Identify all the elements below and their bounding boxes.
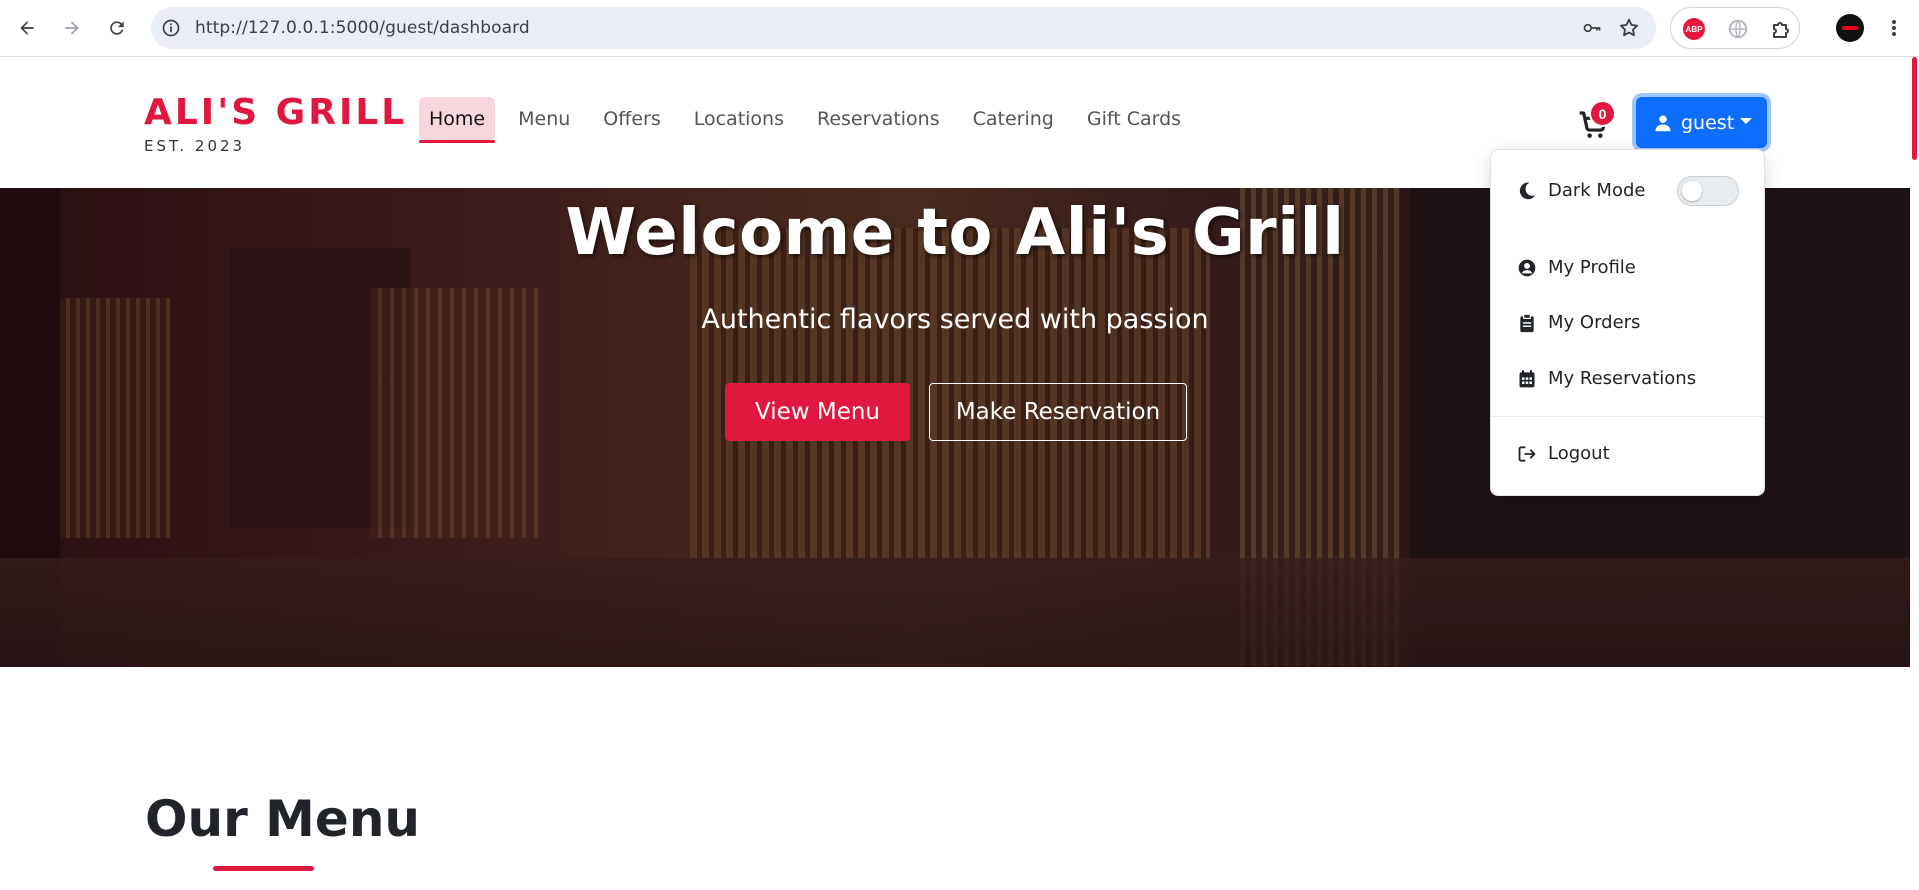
dark-mode-label: Dark Mode bbox=[1548, 180, 1646, 201]
info-icon[interactable] bbox=[161, 18, 181, 38]
forward-button[interactable] bbox=[57, 13, 87, 43]
dropdown-item-my-orders[interactable]: My Orders bbox=[1517, 312, 1640, 333]
url-text[interactable]: http://127.0.0.1:5000/guest/dashboard bbox=[195, 18, 530, 38]
arrow-left-icon bbox=[20, 21, 34, 35]
globe-extension-icon[interactable] bbox=[1727, 18, 1749, 40]
nav-item-home[interactable]: Home bbox=[419, 97, 496, 143]
nav-item-reservations[interactable]: Reservations bbox=[807, 97, 950, 141]
my-profile-label: My Profile bbox=[1548, 257, 1636, 278]
nav-item-menu[interactable]: Menu bbox=[508, 97, 580, 141]
reload-button[interactable] bbox=[102, 13, 132, 43]
main-nav: Home Menu Offers Locations Reservations … bbox=[419, 97, 1204, 143]
puzzle-extensions-icon[interactable] bbox=[1769, 17, 1793, 41]
user-menu-label: guest bbox=[1681, 111, 1735, 134]
address-bar[interactable]: http://127.0.0.1:5000/guest/dashboard bbox=[151, 7, 1656, 49]
view-menu-button[interactable]: View Menu bbox=[725, 383, 910, 441]
user-circle-icon bbox=[1518, 259, 1536, 276]
section-title-underline bbox=[213, 866, 314, 871]
nav-item-gift-cards[interactable]: Gift Cards bbox=[1077, 97, 1191, 141]
moon-icon bbox=[1519, 182, 1536, 199]
logout-icon bbox=[1518, 445, 1536, 462]
calendar-icon bbox=[1519, 369, 1535, 387]
extensions-group: ABP bbox=[1670, 7, 1800, 49]
scrollbar-thumb[interactable] bbox=[1912, 57, 1917, 160]
user-icon bbox=[1655, 115, 1671, 131]
browser-toolbar: http://127.0.0.1:5000/guest/dashboard AB… bbox=[0, 0, 1919, 57]
dark-mode-toggle[interactable] bbox=[1677, 176, 1739, 206]
back-button[interactable] bbox=[12, 13, 42, 43]
reload-icon bbox=[110, 21, 124, 35]
make-reservation-button[interactable]: Make Reservation bbox=[929, 383, 1187, 441]
more-menu-icon[interactable] bbox=[1882, 14, 1906, 42]
key-icon[interactable] bbox=[1581, 18, 1603, 38]
dropdown-item-my-reservations[interactable]: My Reservations bbox=[1517, 368, 1696, 389]
brand-logo[interactable]: ALI'S GRILL EST. 2023 bbox=[144, 93, 407, 156]
logout-label: Logout bbox=[1548, 443, 1610, 464]
dark-mode-item: Dark Mode bbox=[1517, 180, 1645, 201]
user-menu-button[interactable]: guest bbox=[1636, 97, 1767, 148]
my-orders-label: My Orders bbox=[1548, 312, 1641, 333]
dropdown-item-my-profile[interactable]: My Profile bbox=[1517, 257, 1636, 278]
brand-name[interactable]: ALI'S GRILL bbox=[144, 93, 407, 133]
bookmark-star-icon[interactable] bbox=[1618, 17, 1640, 39]
nav-item-locations[interactable]: Locations bbox=[684, 97, 794, 141]
section-title: Our Menu bbox=[145, 790, 421, 848]
adblock-extension-icon[interactable]: ABP bbox=[1683, 18, 1705, 40]
dropdown-divider bbox=[1491, 416, 1764, 417]
my-reservations-label: My Reservations bbox=[1548, 368, 1697, 389]
clipboard-icon bbox=[1520, 313, 1534, 332]
caret-down-icon bbox=[1740, 117, 1753, 124]
dropdown-item-logout[interactable]: Logout bbox=[1517, 443, 1610, 464]
nav-item-offers[interactable]: Offers bbox=[593, 97, 670, 141]
toggle-knob bbox=[1682, 181, 1702, 201]
cart-count-badge: 0 bbox=[1589, 100, 1616, 127]
nav-item-catering[interactable]: Catering bbox=[963, 97, 1064, 141]
user-dropdown-menu: Dark Mode My Profile My Orders My Reserv… bbox=[1490, 149, 1765, 496]
brand-established: EST. 2023 bbox=[144, 137, 246, 155]
browser-profile-avatar[interactable] bbox=[1836, 14, 1864, 42]
arrow-right-icon bbox=[65, 21, 79, 35]
